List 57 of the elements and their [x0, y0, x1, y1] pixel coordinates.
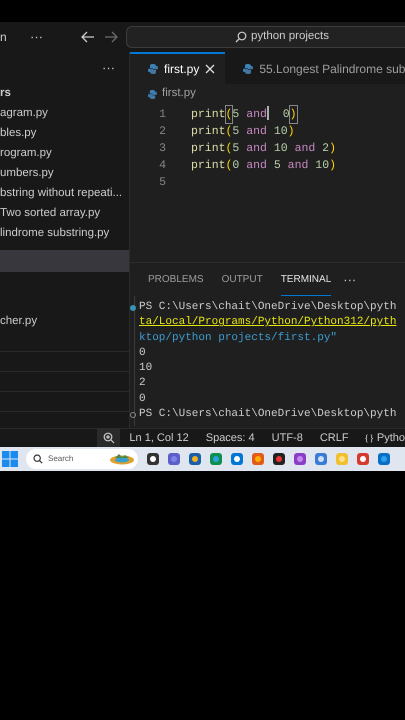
taskbar-search-field[interactable]: Search — [26, 449, 138, 469]
back-icon[interactable] — [81, 31, 95, 43]
section-header[interactable]: rs — [0, 85, 11, 103]
python-file-icon — [243, 64, 254, 74]
code-line: print(5 and 10) — [191, 124, 295, 140]
line-number: 3 — [158, 140, 166, 157]
editor-tab[interactable]: first.py — [130, 52, 226, 84]
code-line: print(5 and 10 and 2) — [191, 140, 336, 157]
terminal-line: 0 — [139, 392, 146, 407]
more-button[interactable]: ··· — [30, 27, 43, 47]
terminal-line: 2 — [139, 376, 146, 392]
file-item[interactable]: lindrome substring.py — [0, 224, 110, 242]
panel-tab[interactable]: TERMINAL — [280, 263, 332, 296]
status-item[interactable]: Ln 1, Col 12 — [129, 430, 189, 446]
zoom-button[interactable] — [97, 429, 120, 447]
braces-icon — [364, 432, 373, 444]
forward-icon[interactable] — [104, 31, 118, 43]
breadcrumb[interactable]: first.py — [162, 85, 196, 103]
more-button[interactable]: ··· — [102, 58, 115, 78]
line-number: 5 — [158, 174, 166, 191]
start-icon[interactable] — [2, 451, 18, 467]
code-line: print(0 and 5 and 10) — [191, 158, 336, 174]
line-number: 4 — [158, 158, 166, 174]
python-file-icon — [148, 90, 157, 98]
file-item[interactable]: bles.py — [0, 124, 36, 142]
more-button[interactable]: ··· — [343, 270, 356, 290]
language-mode[interactable]: Pytho — [376, 430, 405, 446]
file-item[interactable]: rogram.py — [0, 144, 52, 162]
terminal-line: ta/Local/Programs/Python/Python312/pyth — [139, 315, 396, 330]
command-center[interactable]: python projects — [126, 26, 405, 48]
terminal-line: ktop/python projects/first.py" — [139, 330, 338, 346]
close-icon[interactable] — [205, 64, 216, 74]
status-item[interactable]: CRLF — [320, 430, 349, 446]
search-placeholder: Search — [48, 453, 74, 465]
status-item[interactable]: Spaces: 4 — [206, 430, 255, 446]
status-item[interactable]: UTF-8 — [272, 430, 303, 446]
menu-label[interactable]: n — [0, 28, 24, 46]
file-item[interactable]: cher.py — [0, 312, 38, 330]
file-item[interactable]: umbers.py — [0, 164, 54, 182]
terminal-line: 10 — [139, 361, 152, 376]
panel-tab[interactable]: PROBLEMS — [148, 263, 204, 296]
search-icon — [33, 454, 43, 464]
line-number: 2 — [158, 124, 166, 140]
file-item[interactable]: Two sorted array.py — [0, 204, 100, 222]
code-line: print(5 and 0) — [191, 106, 297, 124]
line-number: 1 — [158, 106, 166, 123]
file-item[interactable]: agram.py — [0, 104, 48, 122]
panel-tab[interactable]: OUTPUT — [222, 263, 263, 296]
landscape-icon — [109, 453, 135, 465]
zoom-in-icon — [102, 432, 115, 444]
terminal-line: PS C:\Users\chait\OneDrive\Desktop\pyth — [139, 407, 396, 422]
terminal-line: 0 — [139, 346, 146, 361]
search-icon — [235, 31, 247, 43]
search-text: python projects — [251, 29, 329, 44]
python-file-icon — [148, 64, 158, 74]
terminal-line: PS C:\Users\chait\OneDrive\Desktop\pyth — [139, 300, 396, 315]
file-item[interactable]: bstring without repeati... — [0, 184, 122, 202]
